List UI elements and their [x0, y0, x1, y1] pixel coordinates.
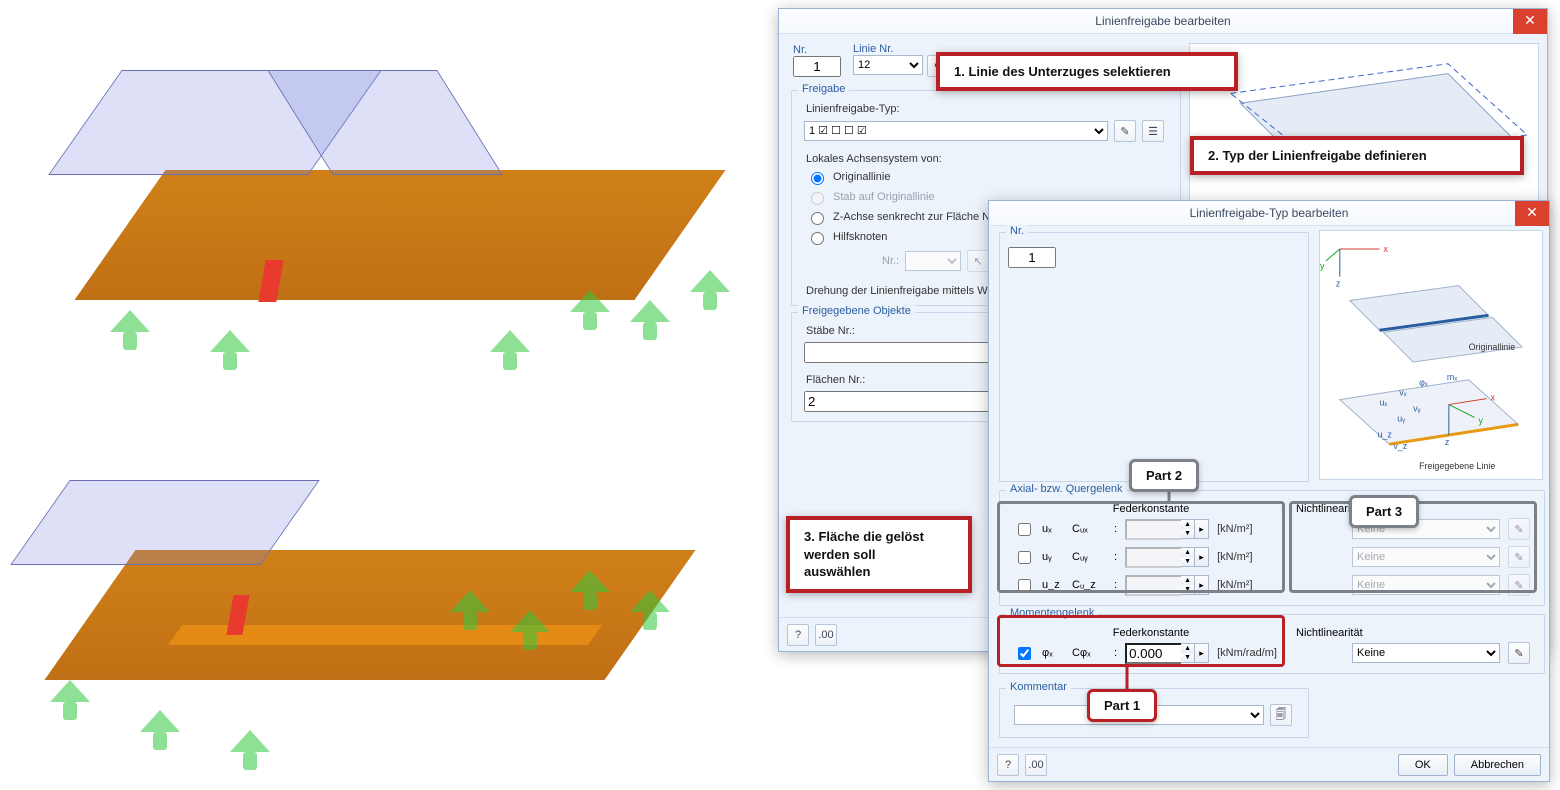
help-icon[interactable]: ?: [787, 624, 809, 646]
typ-label: Linienfreigabe-Typ:: [796, 101, 1176, 117]
nr-input[interactable]: [793, 56, 841, 77]
radio-originallinie[interactable]: [811, 172, 824, 185]
axial-section: Axial- bzw. Quergelenk: [1006, 483, 1127, 495]
units-icon[interactable]: .00: [1025, 754, 1047, 776]
svg-text:Freigegebene Linie: Freigegebene Linie: [1419, 461, 1495, 471]
svg-text:uₓ: uₓ: [1379, 398, 1387, 408]
close-icon[interactable]: ✕: [1515, 201, 1549, 226]
axial-edit-icon: ✎: [1508, 518, 1530, 540]
phix-edit-icon[interactable]: ✎: [1508, 642, 1530, 664]
svg-text:z: z: [1336, 279, 1341, 289]
svg-text:z: z: [1445, 437, 1450, 447]
callout-step1: 1. Linie des Unterzuges selektieren: [936, 52, 1238, 91]
callout-step3: 3. Fläche die gelöst werden soll auswähl…: [786, 516, 972, 593]
svg-text:y: y: [1479, 415, 1484, 425]
svg-text:u_z: u_z: [1377, 429, 1392, 439]
achsensystem-label: Lokales Achsensystem von:: [796, 151, 1176, 167]
typ-new-icon[interactable]: ✎: [1114, 120, 1136, 142]
axial-spinner[interactable]: ▲▼▸: [1125, 519, 1209, 540]
linie-nr-label: Linie Nr.: [853, 43, 949, 55]
axial-c: Cᵤₓ: [1072, 523, 1106, 535]
axial-sym: uₓ: [1042, 523, 1064, 535]
axial-spinner[interactable]: ▲▼▸: [1125, 575, 1209, 596]
svg-text:Originallinie: Originallinie: [1469, 342, 1516, 352]
radio-stab: [811, 192, 824, 205]
radio-hilfsknoten[interactable]: [811, 232, 824, 245]
part2-callout: Part 2: [1129, 459, 1199, 492]
nr2-input[interactable]: [1008, 247, 1056, 268]
axial-row: u_zCᵤ_z:▲▼▸[kN/m²]Keine✎: [1006, 571, 1538, 599]
typ-list-icon[interactable]: ☰: [1142, 120, 1164, 142]
dialog1-titlebar: Linienfreigabe bearbeiten ✕: [779, 9, 1547, 34]
dialog2-title: Linienfreigabe-Typ bearbeiten: [1190, 206, 1349, 220]
axial-sym: uᵧ: [1042, 551, 1064, 563]
axial-edit-icon: ✎: [1508, 574, 1530, 596]
kommentar-section: Kommentar: [1006, 681, 1071, 693]
svg-text:vᵧ: vᵧ: [1413, 403, 1420, 413]
svg-text:y: y: [1320, 261, 1325, 271]
phix-nonlin-select[interactable]: Keine: [1352, 643, 1500, 663]
axial-nonlin-select: Keine: [1352, 547, 1500, 567]
dialog1-title: Linienfreigabe bearbeiten: [1095, 14, 1230, 28]
nr-small-label: Nr.:: [882, 255, 899, 267]
freigabe-typ-select[interactable]: 1 ☑ ☐ ☐ ☑: [804, 121, 1108, 141]
dialog-release-type: Linienfreigabe-Typ bearbeiten ✕ Nr. x y …: [988, 200, 1550, 782]
svg-text:mₓ: mₓ: [1447, 372, 1457, 382]
part3-callout: Part 3: [1349, 495, 1419, 528]
axial-spinner[interactable]: ▲▼▸: [1125, 547, 1209, 568]
axial-row: uₓCᵤₓ:▲▼▸[kN/m²]Keine✎: [1006, 515, 1538, 543]
radio-zachse[interactable]: [811, 212, 824, 225]
close-icon[interactable]: ✕: [1513, 9, 1547, 34]
nr-label: Nr.: [793, 44, 841, 56]
svg-text:vₓ: vₓ: [1399, 388, 1406, 398]
linie-nr-select[interactable]: 12: [853, 55, 923, 75]
svg-text:uᵧ: uᵧ: [1397, 413, 1405, 423]
phix-c: Cφₓ: [1072, 647, 1106, 659]
phix-value-spinner[interactable]: ▲▼ ▸: [1125, 643, 1209, 664]
moment-section: Momentengelenk: [1006, 607, 1098, 619]
nichtlin-hdr2: Nichtlinearität: [1296, 627, 1538, 639]
dialog2-titlebar: Linienfreigabe-Typ bearbeiten ✕: [989, 201, 1549, 226]
nr2-label: Nr.: [1006, 225, 1028, 237]
axial-check[interactable]: [1018, 523, 1031, 536]
kommentar-lib-icon[interactable]: 🗐: [1270, 704, 1292, 726]
axial-sym: u_z: [1042, 579, 1064, 591]
part1-callout: Part 1: [1087, 689, 1157, 722]
svg-text:x: x: [1383, 244, 1388, 254]
federkonstante-hdr2: Federkonstante: [1006, 627, 1296, 639]
dialog1-preview: [1189, 43, 1539, 213]
callout-step2: 2. Typ der Linienfreigabe definieren: [1190, 136, 1524, 175]
phix-sym: φₓ: [1042, 647, 1064, 659]
hilfsknoten-nr-select: [905, 251, 961, 271]
axial-edit-icon: ✎: [1508, 546, 1530, 568]
svg-text:x: x: [1490, 393, 1495, 403]
axial-c: Cᵤ_z: [1072, 579, 1106, 591]
units-icon[interactable]: .00: [815, 624, 837, 646]
axial-check[interactable]: [1018, 579, 1031, 592]
freigegebene-section: Freigegebene Objekte: [798, 305, 915, 317]
help-icon[interactable]: ?: [997, 754, 1019, 776]
axial-row: uᵧCᵤᵧ:▲▼▸[kN/m²]Keine✎: [1006, 543, 1538, 571]
phix-check[interactable]: [1018, 647, 1031, 660]
axial-check[interactable]: [1018, 551, 1031, 564]
hilfsknoten-pick-icon: ↖: [967, 250, 989, 272]
axial-nonlin-select: Keine: [1352, 575, 1500, 595]
dialog2-preview: x y z Originallinie Freigegebene Linie u…: [1319, 230, 1543, 480]
ok-button[interactable]: OK: [1398, 754, 1448, 776]
freigabe-section: Freigabe: [798, 83, 849, 95]
svg-text:v_z: v_z: [1393, 441, 1407, 451]
cancel-button[interactable]: Abbrechen: [1454, 754, 1541, 776]
federkonstante-hdr: Federkonstante: [1006, 503, 1296, 515]
axial-c: Cᵤᵧ: [1072, 551, 1106, 563]
model-illustration: [0, 0, 770, 790]
svg-text:φₓ: φₓ: [1419, 378, 1428, 388]
